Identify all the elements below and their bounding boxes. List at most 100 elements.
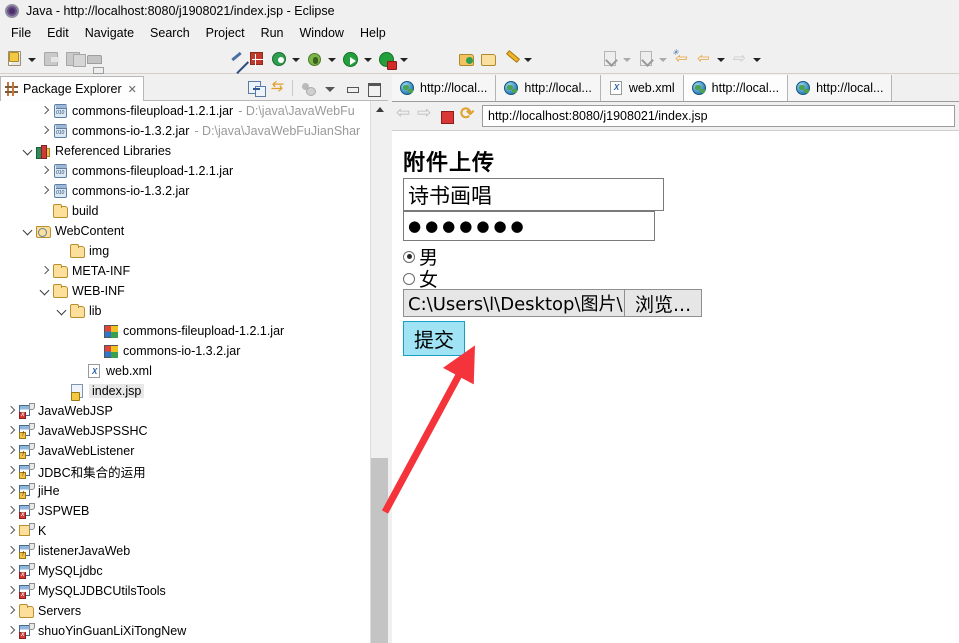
focus-on-active-task-icon[interactable]: [299, 79, 317, 97]
menu-help[interactable]: Help: [352, 24, 394, 42]
tree-item[interactable]: WEB-INF: [0, 281, 370, 301]
search-dropdown[interactable]: [522, 49, 533, 69]
tree-item[interactable]: web.xml: [0, 361, 370, 381]
menu-navigate[interactable]: Navigate: [77, 24, 142, 42]
back-icon[interactable]: [672, 48, 692, 69]
chevron-right-icon[interactable]: [4, 464, 18, 478]
file-path-text[interactable]: C:\Users\l\Desktop\图片\: [403, 289, 624, 317]
submit-button[interactable]: 提交: [403, 321, 465, 356]
open-task-icon[interactable]: [479, 49, 499, 69]
tree-item[interactable]: Referenced Libraries: [0, 141, 370, 161]
chevron-right-icon[interactable]: [4, 524, 18, 538]
tree-item[interactable]: JavaWebJSPSSHC: [0, 421, 370, 441]
tree-item[interactable]: JavaWebJSP: [0, 401, 370, 421]
name-input[interactable]: 诗书画唱: [403, 178, 664, 211]
tree-item[interactable]: lib: [0, 301, 370, 321]
radio-female-icon[interactable]: [403, 272, 415, 285]
chevron-right-icon[interactable]: [4, 544, 18, 558]
tree-item[interactable]: MySQLjdbc: [0, 561, 370, 581]
password-input[interactable]: ●●●●●●●: [403, 211, 655, 241]
tree-item[interactable]: Servers: [0, 601, 370, 621]
chevron-right-icon[interactable]: [4, 624, 18, 638]
tab-package-explorer[interactable]: Package Explorer ✕: [0, 76, 144, 101]
editor-tab[interactable]: web.xml: [600, 75, 684, 101]
back-history-icon[interactable]: [694, 49, 714, 69]
chevron-right-icon[interactable]: [4, 444, 18, 458]
search-icon[interactable]: [501, 49, 521, 69]
previous-annotation-icon[interactable]: [600, 49, 620, 69]
next-annotation-dropdown[interactable]: [657, 49, 668, 69]
view-menu-icon[interactable]: [321, 79, 339, 97]
new-java-class-icon[interactable]: [269, 49, 289, 69]
chevron-right-icon[interactable]: [4, 484, 18, 498]
chevron-right-icon[interactable]: [4, 504, 18, 518]
stop-icon[interactable]: [438, 107, 456, 125]
tree-item[interactable]: commons-io-1.3.2.jar: [0, 181, 370, 201]
scrollbar-thumb[interactable]: [371, 458, 389, 643]
menu-edit[interactable]: Edit: [39, 24, 77, 42]
save-all-icon[interactable]: [63, 49, 86, 69]
menu-file[interactable]: File: [3, 24, 39, 42]
tree-item[interactable]: build: [0, 201, 370, 221]
forward-arrow-icon[interactable]: [417, 103, 435, 125]
tree-item[interactable]: img: [0, 241, 370, 261]
menu-project[interactable]: Project: [198, 24, 253, 42]
new-wizard-icon[interactable]: [5, 49, 25, 69]
tree-item[interactable]: commons-io-1.3.2.jar: [0, 341, 370, 361]
editor-tab[interactable]: http://local...: [496, 75, 601, 101]
tree-item[interactable]: JavaWebListener: [0, 441, 370, 461]
tree-item[interactable]: MySQLJDBCUtilsTools: [0, 581, 370, 601]
menu-run[interactable]: Run: [253, 24, 292, 42]
close-icon[interactable]: ✕: [128, 83, 137, 96]
tree-item[interactable]: JDBC和集合的运用: [0, 461, 370, 481]
tree-item[interactable]: commons-fileupload-1.2.1.jar - D:\java\Ja…: [0, 101, 370, 121]
scroll-up-icon[interactable]: [371, 101, 389, 117]
chevron-right-icon[interactable]: [38, 164, 52, 178]
tree-item[interactable]: index.jsp: [0, 381, 370, 401]
new-java-package-icon[interactable]: [247, 49, 267, 69]
tree-item[interactable]: JSPWEB: [0, 501, 370, 521]
back-dropdown[interactable]: [715, 49, 726, 69]
project-tree[interactable]: commons-fileupload-1.2.1.jar - D:\java\Ja…: [0, 101, 370, 643]
tree-item[interactable]: jiHe: [0, 481, 370, 501]
save-icon[interactable]: [41, 49, 61, 69]
tree-item[interactable]: listenerJavaWeb: [0, 541, 370, 561]
chevron-right-icon[interactable]: [4, 424, 18, 438]
tree-item[interactable]: commons-io-1.3.2.jar - D:\java\JavaWebFuJ…: [0, 121, 370, 141]
tree-vertical-scrollbar[interactable]: [370, 101, 389, 643]
collapse-all-icon[interactable]: [246, 79, 266, 97]
chevron-right-icon[interactable]: [4, 584, 18, 598]
run-icon[interactable]: [341, 49, 361, 69]
tree-item[interactable]: WebContent: [0, 221, 370, 241]
chevron-down-icon[interactable]: [21, 224, 35, 238]
maximize-icon[interactable]: [365, 79, 383, 97]
chevron-down-icon[interactable]: [55, 304, 69, 318]
minimize-icon[interactable]: [343, 79, 361, 97]
chevron-right-icon[interactable]: [38, 264, 52, 278]
chevron-down-icon[interactable]: [21, 144, 35, 158]
tree-item[interactable]: commons-fileupload-1.2.1.jar: [0, 321, 370, 341]
forward-icon[interactable]: [730, 49, 750, 69]
chevron-right-icon[interactable]: [38, 184, 52, 198]
toggle-mark-occurrences-icon[interactable]: [225, 49, 245, 69]
gender-option-female[interactable]: 女: [403, 265, 438, 292]
url-bar[interactable]: http://localhost:8080/j1908021/index.jsp: [482, 105, 955, 127]
chevron-right-icon[interactable]: [38, 104, 52, 118]
panel-divider[interactable]: [388, 75, 390, 643]
chevron-down-icon[interactable]: [38, 284, 52, 298]
open-type-icon[interactable]: [457, 49, 477, 69]
new-wizard-dropdown[interactable]: [26, 49, 37, 69]
link-with-editor-icon[interactable]: [268, 77, 286, 97]
previous-annotation-dropdown[interactable]: [621, 49, 632, 69]
run-external-tools-icon[interactable]: [377, 49, 397, 70]
editor-tab[interactable]: http://local...: [788, 75, 893, 101]
print-icon[interactable]: [85, 49, 105, 74]
run-external-tools-dropdown[interactable]: [398, 49, 409, 69]
tree-item[interactable]: commons-fileupload-1.2.1.jar: [0, 161, 370, 181]
new-java-class-dropdown[interactable]: [290, 49, 301, 69]
menu-search[interactable]: Search: [142, 24, 198, 42]
menu-window[interactable]: Window: [292, 24, 352, 42]
run-dropdown[interactable]: [362, 49, 373, 69]
back-arrow-icon[interactable]: [396, 103, 414, 125]
tree-item[interactable]: shuoYinGuanLiXiTongNew: [0, 621, 370, 641]
